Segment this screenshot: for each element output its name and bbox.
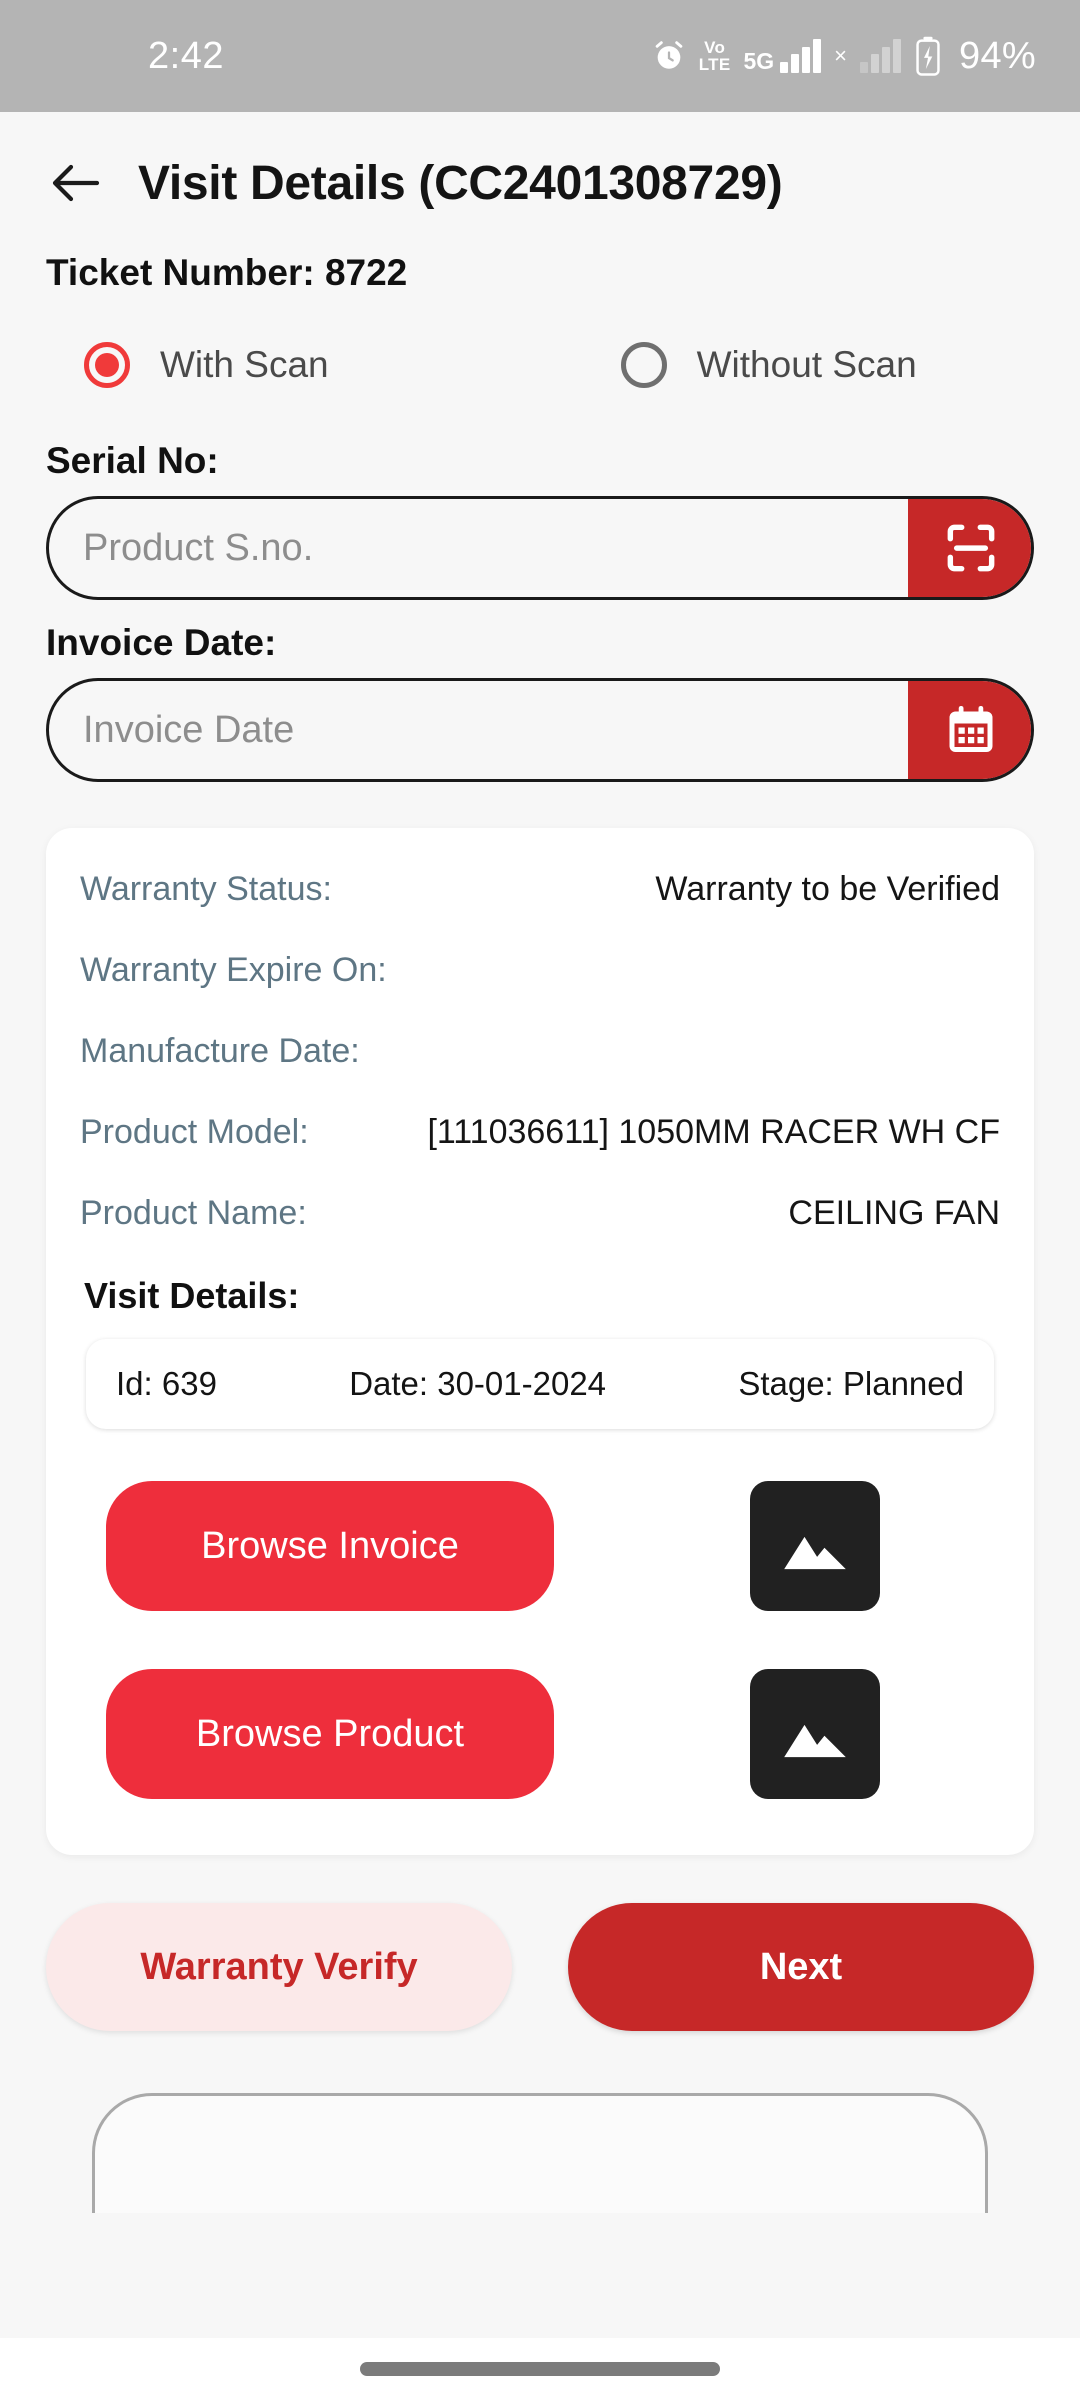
- page-title: Visit Details (CC2401308729): [138, 156, 783, 210]
- invoice-date-input[interactable]: [49, 681, 908, 779]
- radio-without-scan-label: Without Scan: [696, 344, 917, 385]
- product-model-key: Product Model:: [80, 1113, 309, 1151]
- status-bar-icons: Vo LTE 5G × 94%: [652, 35, 1036, 78]
- network-type-label: 5G: [743, 48, 775, 74]
- visit-details-heading: Visit Details:: [84, 1275, 300, 1316]
- radio-option-without-scan[interactable]: Without Scan: [620, 342, 917, 388]
- signal-5g-icon: 5G: [743, 39, 822, 74]
- browse-invoice-row: Browse Invoice: [80, 1481, 1000, 1611]
- radio-with-scan-label: With Scan: [160, 344, 329, 385]
- radio-with-scan-indicator[interactable]: [84, 342, 130, 388]
- serial-no-field-group: Serial No:: [46, 440, 1034, 600]
- status-bar: 2:42 Vo LTE 5G × 94%: [0, 0, 1080, 112]
- info-row-manufacture-date: Manufacture Date:: [80, 1032, 1000, 1071]
- scan-mode-radio-group: With Scan Without Scan: [84, 342, 1080, 388]
- radio-without-scan-indicator[interactable]: [620, 342, 667, 388]
- info-row-warranty-expire: Warranty Expire On:: [80, 951, 1000, 990]
- serial-no-input[interactable]: [49, 499, 908, 597]
- product-thumbnail[interactable]: [750, 1669, 880, 1799]
- ticket-number-label: Ticket Number: 8722: [46, 252, 408, 293]
- browse-product-button[interactable]: Browse Product: [106, 1669, 554, 1799]
- warranty-verify-button[interactable]: Warranty Verify: [46, 1903, 512, 2031]
- screen-content: Visit Details (CC2401308729) Ticket Numb…: [0, 112, 1080, 2400]
- browse-invoice-button[interactable]: Browse Invoice: [106, 1481, 554, 1611]
- invoice-thumbnail[interactable]: [750, 1481, 880, 1611]
- browse-product-row: Browse Product: [80, 1669, 1000, 1799]
- image-placeholder-icon: [784, 1724, 846, 1758]
- battery-charging-icon: [914, 36, 942, 76]
- invoice-date-input-wrap: [46, 678, 1034, 782]
- phone-screen: 2:42 Vo LTE 5G × 94% Visit Details (CC24…: [0, 0, 1080, 2400]
- calendar-icon: [949, 706, 993, 752]
- gesture-home-pill[interactable]: [360, 2362, 720, 2376]
- manufacture-date-key: Manufacture Date:: [80, 1032, 360, 1070]
- info-row-warranty-status: Warranty Status: Warranty to be Verified: [80, 870, 1000, 909]
- barcode-scan-icon: [947, 524, 995, 572]
- volte-line-2: LTE: [698, 55, 731, 74]
- radio-option-with-scan[interactable]: With Scan: [84, 342, 329, 388]
- info-row-product-name: Product Name: CEILING FAN: [80, 1194, 1000, 1233]
- serial-no-label: Serial No:: [46, 440, 219, 481]
- warranty-status-value: Warranty to be Verified: [655, 870, 1000, 908]
- invoice-date-label: Invoice Date:: [46, 622, 277, 663]
- warranty-info-card: Warranty Status: Warranty to be Verified…: [46, 828, 1034, 1855]
- arrow-left-icon: [52, 164, 100, 202]
- gesture-navigation-bar: [0, 2338, 1080, 2400]
- status-bar-clock: 2:42: [148, 34, 224, 77]
- bottom-action-row: Warranty Verify Next: [46, 1903, 1034, 2031]
- alarm-icon: [652, 39, 686, 73]
- back-button[interactable]: [46, 154, 104, 212]
- visit-stage: Stage: Planned: [738, 1365, 964, 1402]
- signal-bars-secondary: [860, 39, 902, 73]
- product-model-value: [111036611] 1050MM RACER WH CF: [427, 1113, 1000, 1151]
- visit-id: Id: 639: [116, 1365, 217, 1402]
- warranty-status-key: Warranty Status:: [80, 870, 332, 908]
- invoice-date-field-group: Invoice Date:: [46, 622, 1034, 782]
- product-name-key: Product Name:: [80, 1194, 307, 1232]
- visit-details-row[interactable]: Id: 639 Date: 30-01-2024 Stage: Planned: [86, 1339, 994, 1429]
- info-row-product-model: Product Model: [111036611] 1050MM RACER …: [80, 1113, 1000, 1152]
- image-placeholder-icon: [784, 1536, 846, 1570]
- next-button[interactable]: Next: [568, 1903, 1034, 2031]
- volte-icon: Vo LTE: [699, 39, 731, 73]
- warranty-expire-key: Warranty Expire On:: [80, 951, 387, 989]
- next-field-peek[interactable]: [92, 2093, 988, 2213]
- battery-percentage-label: 94%: [959, 34, 1036, 77]
- sim-missing-icon: ×: [834, 43, 848, 68]
- app-bar: Visit Details (CC2401308729): [0, 112, 1080, 212]
- visit-date: Date: 30-01-2024: [349, 1365, 607, 1402]
- barcode-scan-button[interactable]: [908, 499, 1031, 597]
- signal-bars-primary: [780, 39, 822, 73]
- serial-no-input-wrap: [46, 496, 1034, 600]
- product-name-value: CEILING FAN: [788, 1194, 1000, 1232]
- calendar-picker-button[interactable]: [908, 681, 1031, 779]
